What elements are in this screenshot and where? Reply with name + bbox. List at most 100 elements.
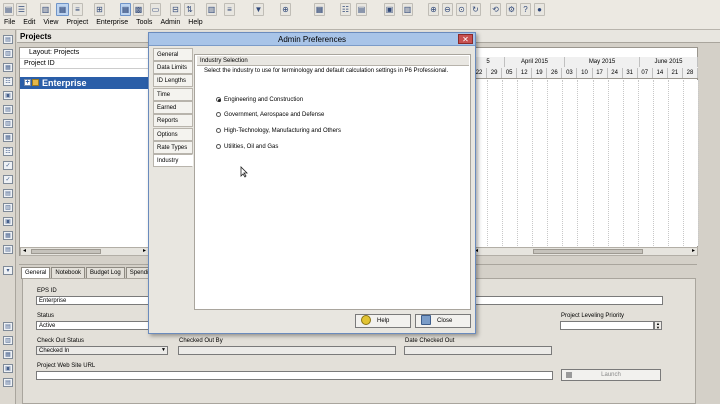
industry-section-title: Industry Selection [197,56,469,66]
scroll-right-icon[interactable]: ▸ [143,248,146,255]
issues-icon[interactable]: ☷ [3,147,13,156]
table-hscroll[interactable]: ◂ ▸ [20,247,149,256]
option-high-tech-label[interactable]: High-Technology, Manufacturing and Other… [224,128,341,135]
tab-time-periods[interactable]: Time Periods [153,88,193,110]
tab-data-limits[interactable]: Data Limits [153,61,193,74]
thresholds-icon[interactable]: ▤ [3,105,13,114]
list-icon[interactable]: ☷ [340,3,351,16]
tool-c-icon[interactable]: ▦ [3,350,13,359]
bars2-icon[interactable]: ≡ [224,3,235,16]
columns2-icon[interactable]: ▥ [206,3,217,16]
help-button[interactable]: Help [355,314,411,328]
columns-icon[interactable]: ▥ [40,3,51,16]
tool-b-icon[interactable]: ▥ [3,336,13,345]
eps-row-enterprise[interactable]: + Enterprise [20,77,149,89]
docs-icon[interactable]: ▤ [3,189,13,198]
risks-icon[interactable]: ▣ [3,217,13,226]
grid-icon[interactable]: ▦ [314,3,325,16]
chevron-down-icon[interactable]: ▼ [160,347,167,354]
close-icon[interactable]: ✕ [458,34,473,44]
tab-id-lengths[interactable]: ID Lengths [153,74,193,87]
scroll-left-icon[interactable]: ◂ [23,248,26,255]
group-icon[interactable]: ⊟ [170,3,181,16]
tab-rate-types[interactable]: Rate Types [153,141,193,154]
menu-view[interactable]: View [39,17,62,29]
circle-icon[interactable]: ● [534,3,545,16]
radio-government[interactable] [216,112,221,117]
radio-high-tech[interactable] [216,128,221,133]
tree-icon[interactable]: ⊞ [94,3,105,16]
tool-e-icon[interactable]: ▤ [3,378,13,387]
refresh-icon[interactable]: ↻ [470,3,481,16]
bars-icon[interactable]: ≡ [72,3,83,16]
tool-d-icon[interactable]: ▣ [3,364,13,373]
layout-selector[interactable]: Layout: Projects [20,48,148,59]
menu-admin[interactable]: Admin [156,17,184,29]
check-icon[interactable]: ✓ [3,161,13,170]
radio-utilities[interactable] [216,144,221,149]
table-view-icon[interactable]: ▦ [120,3,131,16]
zoom-fit-icon[interactable]: ⊙ [456,3,467,16]
expand-icon[interactable]: ⊕ [280,3,291,16]
assignments-icon[interactable]: ▣ [3,91,13,100]
chart-view-icon[interactable]: ▩ [133,3,144,16]
menu-file[interactable]: File [0,17,19,29]
tab-earned-value[interactable]: Earned Value [153,101,193,123]
status-field[interactable]: Active [36,321,149,330]
column-header-project-id[interactable]: Project ID [20,59,148,69]
schedule-icon[interactable]: ▣ [384,3,395,16]
tab-general[interactable]: General [153,48,193,61]
tab-industry[interactable]: Industry [153,154,193,167]
gantt-hscroll[interactable]: ◂ ▸ [472,247,698,256]
option-engineering-label[interactable]: Engineering and Construction [224,97,303,104]
zoom-in-icon[interactable]: ⊕ [428,3,439,16]
zoom-out-icon[interactable]: ⊖ [442,3,453,16]
tracking-icon[interactable]: ▥ [3,119,13,128]
activities-icon[interactable]: ▦ [3,63,13,72]
launch-button[interactable]: Launch [561,369,661,381]
leveling-priority-field[interactable] [560,321,654,330]
menu-tools[interactable]: Tools [132,17,156,29]
close-button[interactable]: Close [415,314,471,328]
status-label: Status [37,313,55,319]
funnel-icon[interactable]: ▼ [253,3,264,16]
expenses-icon[interactable]: ▦ [3,231,13,240]
sort-icon[interactable]: ⇅ [184,3,195,16]
chart-icon[interactable]: ▤ [356,3,367,16]
radio-engineering[interactable] [216,97,221,102]
expand-icon[interactable]: + [24,79,31,86]
more-tools-icon[interactable]: ▾ [3,266,13,275]
tab-options[interactable]: Options [153,128,193,141]
doc2-icon[interactable]: ▥ [3,203,13,212]
gantt-icon[interactable]: ▦ [56,3,69,16]
menu-project[interactable]: Project [62,17,92,29]
wbs-icon[interactable]: ▥ [3,49,13,58]
filter-icon[interactable]: ☰ [16,3,27,16]
help-icon[interactable]: ? [520,3,531,16]
tab-reports[interactable]: Reports [153,114,193,127]
projects-icon[interactable]: ▤ [3,35,13,44]
settings-icon[interactable]: ⚙ [506,3,517,16]
menu-enterprise[interactable]: Enterprise [92,17,132,29]
option-government-label[interactable]: Government, Aerospace and Defense [224,112,324,119]
scroll-thumb[interactable] [533,249,643,254]
layout2-icon[interactable]: ▥ [402,3,413,16]
reports-icon[interactable]: ▦ [3,133,13,142]
stepper-icon[interactable]: ▲ ▼ [654,321,662,330]
menu-help[interactable]: Help [184,17,206,29]
tool-a-icon[interactable]: ▤ [3,322,13,331]
option-utilities-label[interactable]: Utilities, Oil and Gas [224,144,278,151]
checkout-status-field[interactable]: Checked In [36,346,168,355]
wp-icon[interactable]: ▤ [3,245,13,254]
scroll-right-icon[interactable]: ▸ [692,248,695,255]
gantt-gridline [607,80,609,246]
check2-icon[interactable]: ✓ [3,175,13,184]
layout-icon[interactable]: ▤ [3,3,14,16]
menu-edit[interactable]: Edit [19,17,39,29]
resources-icon[interactable]: ☷ [3,77,13,86]
gantt-gridline [622,80,624,246]
website-url-field[interactable] [36,371,553,380]
sync-icon[interactable]: ⟲ [490,3,501,16]
details-icon[interactable]: ▭ [150,3,161,16]
scroll-thumb[interactable] [31,249,101,254]
